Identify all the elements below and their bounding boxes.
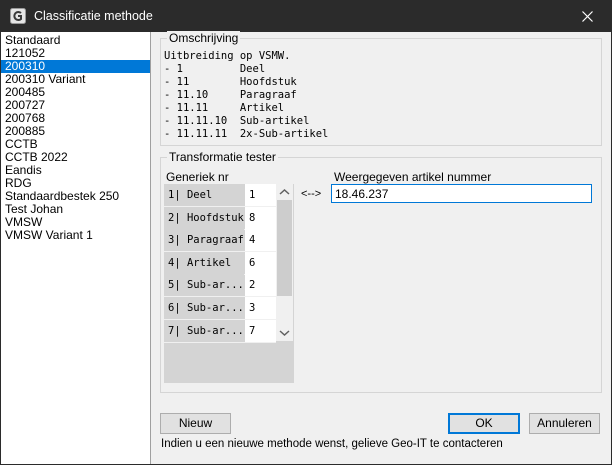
description-line: - 1 Deel bbox=[164, 63, 266, 75]
grid-value-cell[interactable]: 1 bbox=[245, 184, 276, 206]
displayed-article-input[interactable] bbox=[331, 184, 592, 203]
grid-row-header: 3| Paragraaf bbox=[164, 229, 244, 252]
dialog-window: Classificatie methode Standaard 121052 200… bbox=[0, 0, 612, 465]
description-line: - 11.11.11 2x-Sub-artikel bbox=[164, 128, 329, 140]
description-line: - 11 Hoofdstuk bbox=[164, 76, 297, 88]
grid-row: 4| Artikel 6 bbox=[164, 251, 276, 275]
window-title: Classificatie methode bbox=[34, 9, 153, 23]
description-line: - 11.10 Paragraaf bbox=[164, 89, 297, 101]
grid-row-header: 2| Hoofdstuk bbox=[164, 206, 244, 229]
cancel-button[interactable]: Annuleren bbox=[529, 413, 600, 434]
grid-row-header: 4| Artikel bbox=[164, 251, 244, 274]
method-list-item[interactable]: VMSW Variant 1 bbox=[1, 229, 150, 242]
close-button[interactable] bbox=[565, 1, 611, 32]
transform-tester-legend: Transformatie tester bbox=[167, 150, 278, 164]
grid-row-header: 5| Sub-ar... bbox=[164, 274, 244, 297]
scroll-thumb[interactable] bbox=[277, 200, 292, 296]
grid-row: 1| Deel 1 bbox=[164, 184, 276, 207]
description-legend: Omschrijving bbox=[167, 31, 241, 45]
grid-row-header: 6| Sub-ar... bbox=[164, 297, 244, 319]
grid-value-cell[interactable]: 7 bbox=[245, 319, 276, 342]
footer-note: Indien u een nieuwe methode wenst, gelie… bbox=[161, 438, 503, 450]
description-text: Uitbreiding op VSMW. - 1 Deel - 11 Hoofdst… bbox=[164, 50, 328, 141]
grid-value-cell[interactable]: 2 bbox=[245, 274, 276, 297]
grid-row-header: 1| Deel bbox=[164, 184, 244, 206]
grid-row: 5| Sub-ar... 2 bbox=[164, 274, 276, 298]
ok-button[interactable]: OK bbox=[448, 413, 520, 434]
grid-scrollbar[interactable] bbox=[276, 184, 293, 341]
grid-value-cell[interactable]: 4 bbox=[245, 229, 276, 252]
grid-row: 7| Sub-ar... 7 bbox=[164, 319, 276, 343]
description-line: - 11.11 Artikel bbox=[164, 102, 285, 114]
grid-row-header: 7| Sub-ar... bbox=[164, 319, 244, 342]
generic-nr-label: Generiek nr bbox=[166, 170, 229, 184]
grid-value-cell[interactable]: 8 bbox=[245, 206, 276, 229]
new-button[interactable]: Nieuw bbox=[160, 413, 231, 434]
close-icon bbox=[582, 11, 593, 22]
scroll-up-icon[interactable] bbox=[279, 187, 290, 198]
transform-arrow: <--> bbox=[301, 188, 322, 200]
description-group: Omschrijving Uitbreiding op VSMW. - 1 Dee… bbox=[160, 31, 602, 146]
app-icon bbox=[10, 8, 26, 24]
grid-value-cell[interactable]: 3 bbox=[245, 297, 276, 319]
grid-value-cell[interactable]: 6 bbox=[245, 251, 276, 274]
description-line: - 11.11.10 Sub-artikel bbox=[164, 115, 310, 127]
description-line: Uitbreiding op VSMW. bbox=[164, 50, 291, 62]
scroll-down-icon[interactable] bbox=[279, 327, 290, 338]
methods-listbox[interactable]: Standaard 121052 200310 200310 Variant 20048… bbox=[1, 32, 151, 464]
displayed-article-label: Weergegeven artikel nummer bbox=[334, 170, 492, 184]
grid-row: 3| Paragraaf 4 bbox=[164, 229, 276, 253]
title-bar: Classificatie methode bbox=[1, 1, 611, 32]
grid-row: 6| Sub-ar... 3 bbox=[164, 297, 276, 320]
grid-row: 2| Hoofdstuk 8 bbox=[164, 206, 276, 230]
displayed-article-field[interactable] bbox=[332, 185, 591, 202]
